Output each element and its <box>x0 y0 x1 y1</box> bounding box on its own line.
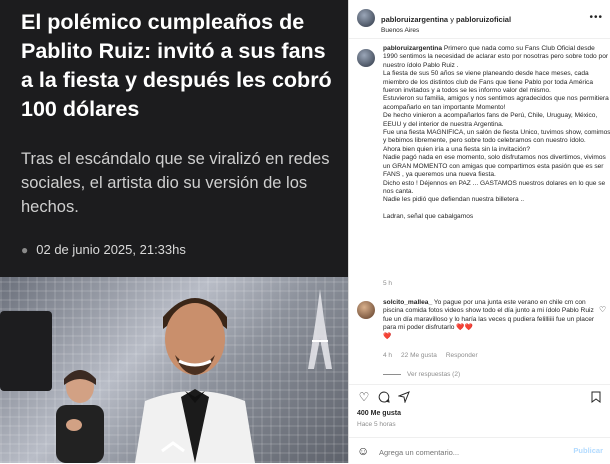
comment-icon[interactable] <box>377 390 391 404</box>
reply-button[interactable]: Responder <box>446 352 478 359</box>
save-bookmark-icon[interactable] <box>589 390 603 404</box>
comment-input[interactable] <box>377 444 561 460</box>
like-comment-heart-icon[interactable]: ♡ <box>599 305 606 314</box>
article-subhead: Tras el escándalo que se viralizó en red… <box>21 150 330 216</box>
comment-meta: 4 h 22 Me gusta Responder <box>383 352 478 359</box>
comment-likes[interactable]: 22 Me gusta <box>401 352 437 359</box>
caption-line: Fue una fiesta MAGNIFICA, un salón de fi… <box>383 129 610 145</box>
bullet-icon: ● <box>21 242 29 257</box>
author-avatar[interactable] <box>357 9 375 27</box>
post-header: pabloruizargentina y pabloruizoficial Bu… <box>349 0 610 39</box>
caption-text: pabloruizargentina Primero que nada como… <box>383 45 610 221</box>
comment-time: 4 h <box>383 352 393 359</box>
coauthor-username[interactable]: pabloruizoficial <box>456 15 511 24</box>
more-options-icon[interactable]: ••• <box>589 12 603 23</box>
post-actions: ♡ <box>349 384 610 407</box>
share-icon[interactable] <box>397 390 411 404</box>
caption-line: Nadie les pidió que defiendan nuestra bi… <box>383 196 525 204</box>
caption-line: Nadie pagó nada en ese momento, solo dis… <box>383 154 606 179</box>
caption-line: Estuvieron su familia, amigos y nos sent… <box>383 95 609 111</box>
bookmark-icon-glyph <box>591 391 601 403</box>
commenter-avatar[interactable] <box>357 301 375 319</box>
like-heart-icon[interactable]: ♡ <box>357 390 371 404</box>
caption-line: De hecho vinieron a acompañarlos fans de… <box>383 112 598 128</box>
article-photo <box>0 277 348 463</box>
author-connector: y <box>450 15 454 24</box>
caption-line: La fiesta de sus 50 años se viene planea… <box>383 70 594 95</box>
caption-line: Dicho esto ! Déjennos en PAZ ... GASTAMO… <box>383 179 606 195</box>
view-replies[interactable]: Ver respuestas (2) <box>383 371 460 378</box>
commenter-username[interactable]: solcito_mallea_ <box>383 299 432 306</box>
eiffel-tower-decoration <box>308 289 332 369</box>
caption-line: Ladran, señal que cabalgamos <box>383 212 474 220</box>
replies-line <box>383 374 401 375</box>
caption-avatar[interactable] <box>357 49 375 67</box>
emoji-icon[interactable]: ☺ <box>357 444 369 458</box>
likes-count[interactable]: 400 Me gusta <box>357 410 401 417</box>
caption-time: 5 h <box>383 280 393 287</box>
woman-figure <box>56 370 104 463</box>
article-date: 02 de junio 2025, 21:33hs <box>36 242 186 257</box>
author-username[interactable]: pabloruizargentina <box>381 15 448 24</box>
caption-spacer <box>383 205 610 213</box>
article-headline: El polémico cumpleaños de Pablito Ruiz: … <box>21 10 332 121</box>
author-line: pabloruizargentina y pabloruizoficial Bu… <box>381 9 511 34</box>
article-dateline: ● 02 de junio 2025, 21:33hs <box>21 242 186 257</box>
man-figure <box>135 298 255 463</box>
share-icon-glyph <box>398 391 410 403</box>
view-replies-label[interactable]: Ver respuestas (2) <box>407 371 460 378</box>
comment-icon-glyph <box>378 391 390 403</box>
instagram-post-panel: pabloruizargentina y pabloruizoficial Bu… <box>348 0 610 463</box>
publish-button[interactable]: Publicar <box>573 446 603 455</box>
post-location[interactable]: Buenos Aires <box>381 27 511 34</box>
comment-hearts: ❤️❤️ <box>456 324 473 332</box>
caption-line: Ahora bien quien iría a una fiesta sin l… <box>383 145 530 153</box>
add-comment-bar: ☺ Publicar <box>349 437 610 464</box>
comment-heart-extra: ❤️ <box>383 332 392 340</box>
comment-text: solcito_mallea_ Yo pague por una junta e… <box>383 299 595 341</box>
post-time-ago: Hace 5 horas <box>357 421 396 428</box>
expand-icon[interactable] <box>158 437 188 457</box>
article-panel: El polémico cumpleaños de Pablito Ruiz: … <box>0 0 348 463</box>
caption-username[interactable]: pabloruizargentina <box>383 45 442 52</box>
